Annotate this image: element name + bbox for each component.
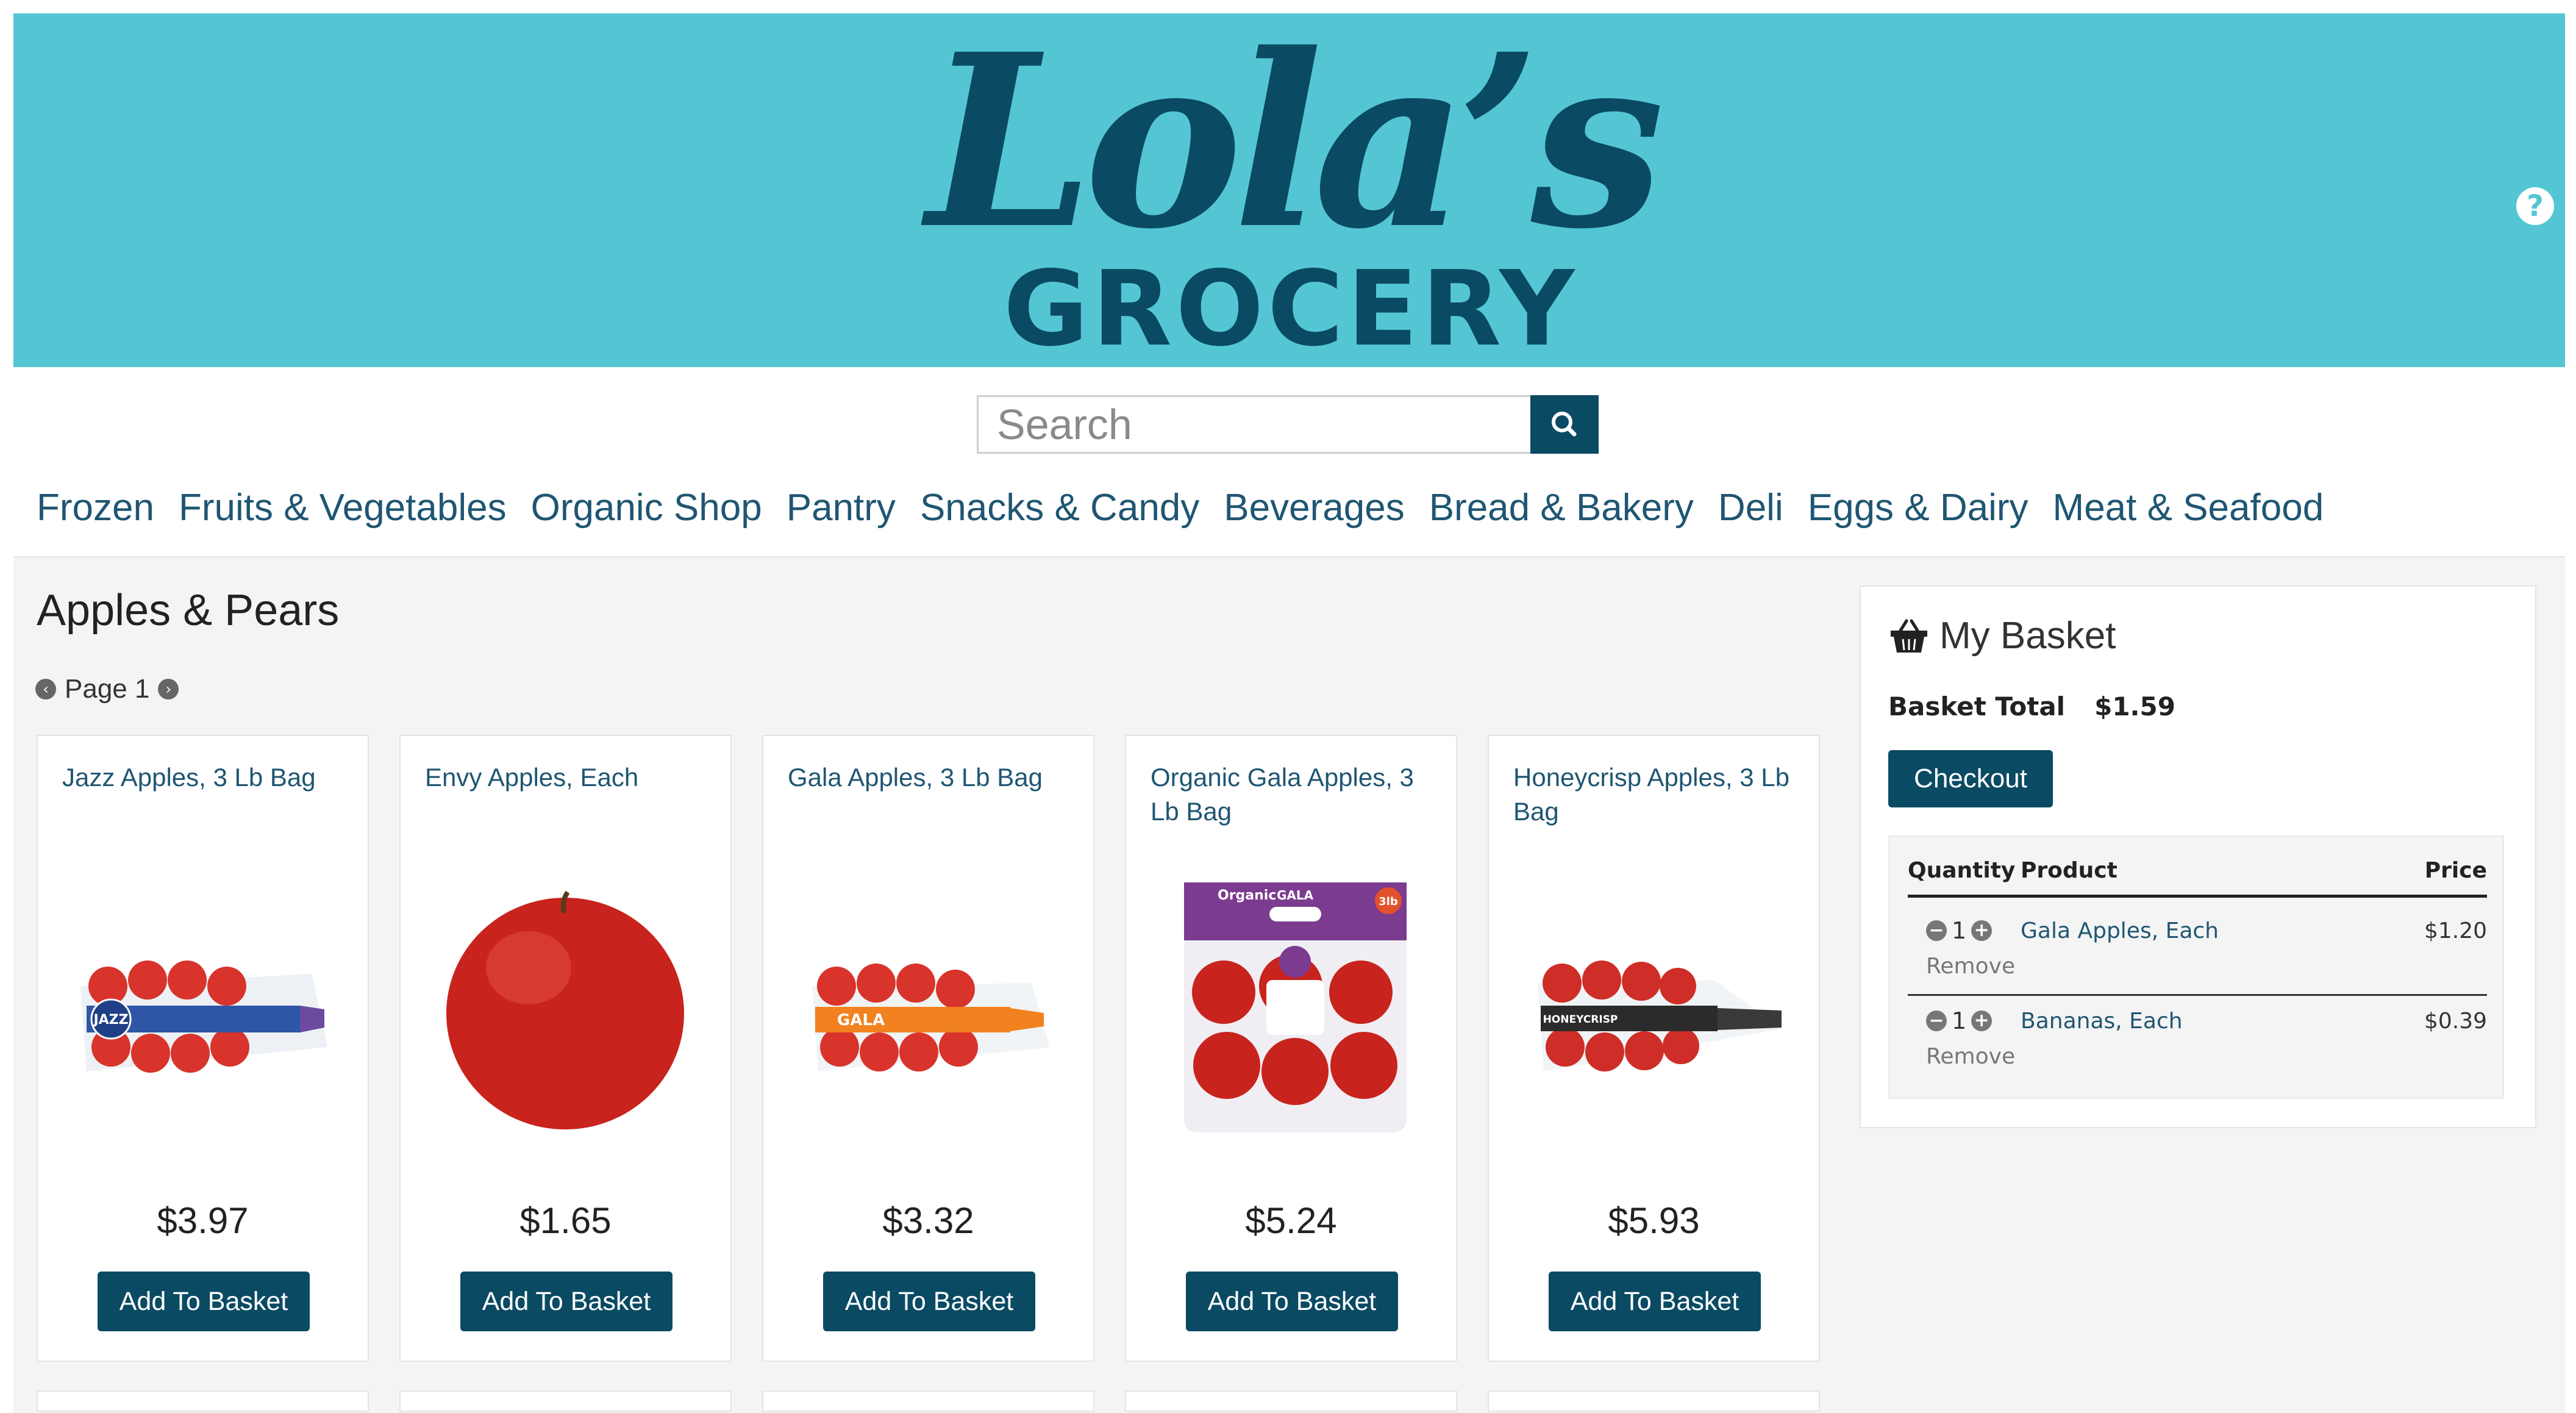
- nav-item-fruits-vegetables[interactable]: Fruits & Vegetables: [179, 481, 507, 535]
- quantity-value: 1: [1952, 917, 1967, 944]
- category-title: Apples & Pears: [37, 586, 340, 635]
- product-price: $5.93: [1608, 1200, 1700, 1241]
- header-price: Price: [2424, 858, 2487, 883]
- basket-table-header: Quantity Product Price: [1908, 858, 2487, 898]
- add-to-basket-button[interactable]: Add To Basket: [460, 1272, 673, 1331]
- basket-total: Basket Total $1.59: [1888, 692, 2205, 721]
- product-card-next-row: [762, 1390, 1094, 1412]
- product-name[interactable]: Jazz Apples, 3 Lb Bag: [62, 760, 349, 795]
- basket-icon: [1891, 619, 1927, 653]
- envy-apple-image: [446, 890, 684, 1129]
- basket-row: − 1 + Gala Apples, Each $1.20 Remove: [1908, 904, 2487, 996]
- product-price: $5.24: [1245, 1200, 1337, 1241]
- add-to-basket-button[interactable]: Add To Basket: [823, 1272, 1035, 1331]
- add-to-basket-button[interactable]: Add To Basket: [1186, 1272, 1398, 1331]
- nav-item-snacks-candy[interactable]: Snacks & Candy: [920, 481, 1199, 535]
- quantity-stepper: − 1 +: [1926, 1007, 1993, 1034]
- product-card-next-row: [399, 1390, 732, 1412]
- bag-label: HONEYCRISP: [1543, 1014, 1618, 1026]
- basket-row: − 1 + Bananas, Each $0.39 Remove: [1908, 994, 2487, 1084]
- product-card-organic-gala-apples: Organic Gala Apples, 3 Lb Bag Organic GA…: [1125, 735, 1457, 1362]
- basket-item-price: $1.20: [2424, 918, 2487, 943]
- bag-label: GALA: [1277, 888, 1314, 903]
- add-to-basket-button[interactable]: Add To Basket: [98, 1272, 310, 1331]
- bag-weight: 3lb: [1379, 895, 1398, 908]
- product-name[interactable]: Envy Apples, Each: [425, 760, 712, 795]
- gala-apples-bag-image: GALA: [812, 964, 1050, 1071]
- increase-quantity-icon[interactable]: +: [1971, 1011, 1993, 1031]
- basket-total-value: $1.59: [2094, 692, 2175, 721]
- product-name[interactable]: Organic Gala Apples, 3 Lb Bag: [1151, 760, 1437, 829]
- product-name[interactable]: Honeycrisp Apples, 3 Lb Bag: [1513, 760, 1800, 829]
- my-basket-panel: My Basket Basket Total $1.59 Checkout Qua…: [1860, 585, 2536, 1128]
- quantity-stepper: − 1 +: [1926, 917, 1993, 944]
- nav-item-meat-seafood[interactable]: Meat & Seafood: [2053, 481, 2324, 535]
- basket-product-link[interactable]: Gala Apples, Each: [2021, 918, 2219, 943]
- question-circle-icon[interactable]: ?: [2516, 187, 2554, 225]
- search-icon: [1552, 412, 1577, 437]
- nav-item-eggs-dairy[interactable]: Eggs & Dairy: [1808, 481, 2028, 535]
- logo-script-text: Lola’s: [926, 2, 1665, 281]
- nav-item-deli[interactable]: Deli: [1718, 481, 1783, 535]
- decrease-quantity-icon[interactable]: −: [1926, 920, 1947, 941]
- category-nav: Frozen Fruits & Vegetables Organic Shop Pan…: [37, 481, 2536, 535]
- basket-title-text: My Basket: [1939, 615, 2116, 657]
- site-header: Lola’s GROCERY ?: [13, 13, 2565, 367]
- basket-items-table: Quantity Product Price − 1 + Gala Apples…: [1888, 835, 2504, 1099]
- product-price: $3.32: [882, 1200, 974, 1241]
- basket-total-label: Basket Total: [1888, 692, 2066, 721]
- decrease-quantity-icon[interactable]: −: [1926, 1011, 1947, 1031]
- bag-label: GALA: [837, 1011, 885, 1029]
- remove-item-link[interactable]: Remove: [1926, 1044, 2015, 1069]
- basket-product-link[interactable]: Bananas, Each: [2021, 1009, 2183, 1034]
- product-price: $1.65: [519, 1200, 612, 1241]
- product-card-next-row: [37, 1390, 369, 1412]
- nav-item-organic-shop[interactable]: Organic Shop: [531, 481, 762, 535]
- nav-item-pantry[interactable]: Pantry: [787, 481, 896, 535]
- product-card-envy-apples: Envy Apples, Each $1.65 Add To Basket: [399, 735, 732, 1362]
- basket-item-price: $0.39: [2424, 1009, 2487, 1034]
- product-price: $3.97: [157, 1200, 249, 1241]
- product-card-gala-apples: Gala Apples, 3 Lb Bag GALA $3.32 Add To …: [762, 735, 1094, 1362]
- add-to-basket-button[interactable]: Add To Basket: [1549, 1272, 1761, 1331]
- next-page-icon[interactable]: ›: [158, 679, 179, 699]
- honeycrisp-apples-bag-image: HONEYCRISP: [1538, 960, 1782, 1071]
- previous-page-icon[interactable]: ‹: [35, 679, 56, 699]
- logo-word-text: GROCERY: [1003, 249, 1579, 370]
- checkout-button[interactable]: Checkout: [1888, 750, 2053, 807]
- header-quantity: Quantity: [1908, 858, 2016, 883]
- page-label: Page 1: [65, 674, 150, 704]
- basket-title: My Basket: [1888, 614, 2116, 657]
- remove-item-link[interactable]: Remove: [1926, 954, 2015, 979]
- product-card-honeycrisp-apples: Honeycrisp Apples, 3 Lb Bag HONEYCRISP $…: [1488, 735, 1820, 1362]
- product-card-jazz-apples: Jazz Apples, 3 Lb Bag JAZZ $3.97 Add To …: [37, 735, 369, 1362]
- quantity-value: 1: [1952, 1007, 1967, 1034]
- header-product: Product: [2021, 858, 2118, 883]
- nav-item-frozen[interactable]: Frozen: [37, 481, 154, 535]
- increase-quantity-icon[interactable]: +: [1971, 920, 1993, 941]
- organic-gala-apples-bag-image: Organic GALA 3lb: [1184, 882, 1407, 1132]
- search-button[interactable]: [1530, 395, 1599, 454]
- product-name[interactable]: Gala Apples, 3 Lb Bag: [788, 760, 1074, 795]
- product-card-next-row: [1488, 1390, 1820, 1412]
- lolas-grocery-logo[interactable]: Lola’s GROCERY: [910, 13, 1672, 367]
- jazz-apples-bag-image: JAZZ: [80, 960, 327, 1073]
- search-input[interactable]: [977, 395, 1530, 454]
- product-card-next-row: [1125, 1390, 1457, 1412]
- pager: ‹ Page 1 ›: [35, 671, 179, 707]
- bag-label: JAZZ: [92, 1012, 128, 1028]
- bag-brand: Organic: [1218, 888, 1276, 903]
- nav-item-bread-bakery[interactable]: Bread & Bakery: [1429, 481, 1694, 535]
- nav-item-beverages[interactable]: Beverages: [1224, 481, 1404, 535]
